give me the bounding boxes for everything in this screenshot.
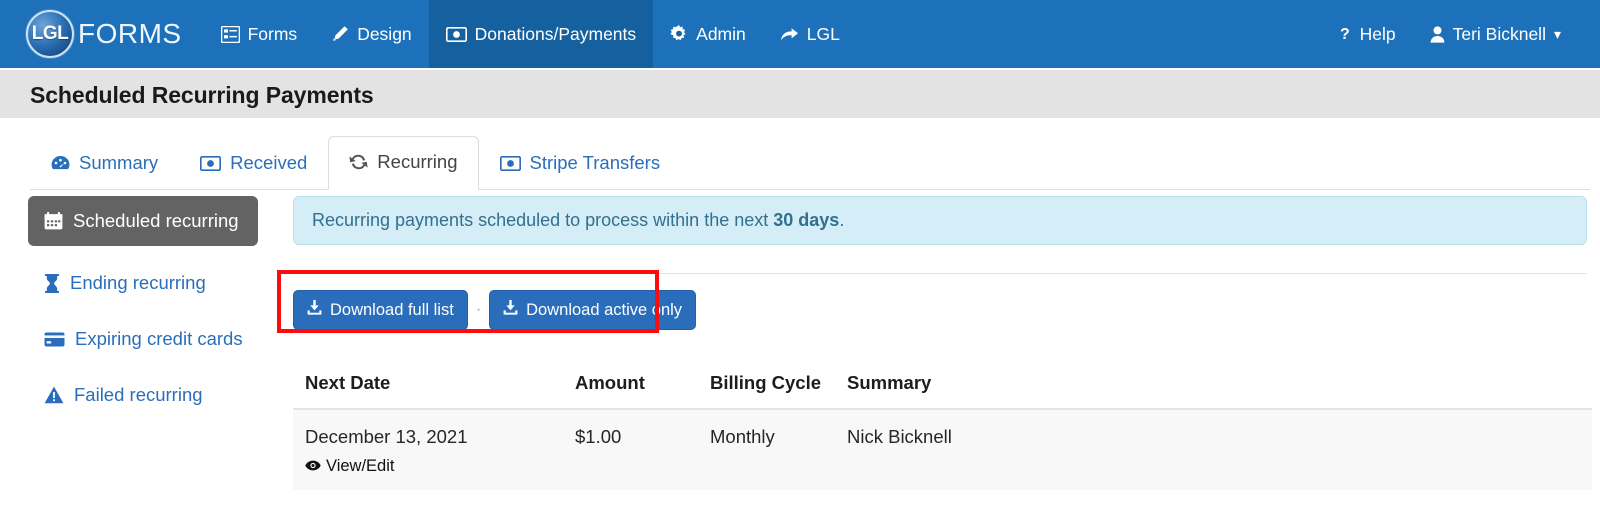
credit-card-icon (44, 332, 65, 347)
sidebar-item-label: Ending recurring (70, 272, 206, 293)
column-header-summary: Summary (835, 362, 1592, 410)
cell-amount: $1.00 (563, 408, 698, 490)
cell-next-date: December 13, 2021 View/Edit (293, 408, 563, 490)
page-title: Scheduled Recurring Payments (30, 82, 374, 108)
nav-item-label: Forms (247, 23, 298, 44)
gear-icon (670, 25, 688, 43)
nav-item-lgl[interactable]: LGL (763, 0, 857, 68)
download-full-list-label: Download full list (330, 300, 454, 319)
dashboard-icon (51, 155, 70, 171)
tab-received[interactable]: Received (179, 139, 328, 190)
refresh-cycle-icon (349, 153, 368, 171)
money-bill-icon (499, 155, 521, 171)
download-full-list-button[interactable]: Download full list (293, 290, 468, 330)
download-icon (503, 300, 518, 320)
nav-item-admin[interactable]: Admin (653, 0, 763, 68)
secondary-nav-items: ? Help Teri Bicknell ▾ (1323, 0, 1600, 68)
sidebar: Scheduled recurring Ending recurring Exp… (0, 196, 278, 428)
tab-strip: Summary Received Recurring Stripe Transf… (0, 118, 1600, 190)
tab-label: Recurring (377, 151, 458, 172)
nav-item-design[interactable]: Design (314, 0, 428, 68)
logo-badge-text: LGL (31, 23, 69, 44)
brand-logo[interactable]: LGL FORMS (0, 0, 182, 68)
button-separator: · (475, 301, 482, 318)
share-arrow-icon (780, 27, 799, 42)
money-bill-icon (445, 26, 467, 42)
lgl-forms-logo-icon: LGL (26, 10, 74, 58)
tab-stripe-transfers[interactable]: Stripe Transfers (479, 139, 682, 190)
money-bill-icon (200, 155, 222, 171)
download-active-only-label: Download active only (526, 300, 683, 319)
tab-label: Summary (79, 152, 159, 173)
nav-item-label: LGL (806, 23, 840, 44)
tab-label: Received (230, 152, 308, 173)
list-alt-icon (220, 25, 240, 43)
column-header-amount: Amount (563, 362, 698, 410)
nav-item-help[interactable]: ? Help (1323, 0, 1413, 68)
question-mark-icon: ? (1340, 25, 1352, 43)
view-edit-link[interactable]: View/Edit (305, 457, 394, 476)
recurring-payments-table: Next Date Amount Billing Cycle Summary D… (293, 362, 1592, 490)
logo-wordmark: FORMS (78, 18, 182, 49)
table-header-row: Next Date Amount Billing Cycle Summary (293, 362, 1592, 410)
info-banner-text: Recurring payments scheduled to process … (312, 210, 774, 230)
chevron-down-icon: ▾ (1553, 25, 1561, 42)
cell-summary: Nick Bicknell (835, 408, 1592, 490)
sidebar-item-label: Failed recurring (74, 384, 203, 405)
pencil-icon (331, 25, 349, 43)
table-row: December 13, 2021 View/Edit $1.00 Monthl… (293, 408, 1592, 490)
info-banner: Recurring payments scheduled to process … (293, 196, 1587, 245)
nav-item-label: Design (357, 23, 412, 44)
column-header-billing-cycle: Billing Cycle (698, 362, 835, 410)
page-title-bar: Scheduled Recurring Payments (0, 70, 1600, 118)
sidebar-item-label: Expiring credit cards (75, 328, 243, 349)
nav-item-forms[interactable]: Forms (204, 0, 315, 68)
nav-item-donations-payments[interactable]: Donations/Payments (428, 0, 654, 68)
info-banner-text-tail: . (839, 210, 845, 230)
nav-item-label: Help (1359, 23, 1396, 44)
sidebar-item-expiring-credit-cards[interactable]: Expiring credit cards (28, 316, 258, 362)
info-banner-strong: 30 days (773, 210, 840, 230)
eye-icon (305, 457, 321, 476)
primary-nav-items: Forms Design Donations/Payments Admin LG (204, 0, 857, 68)
top-navigation-bar: LGL FORMS Forms Design Donations/Payment… (0, 0, 1600, 68)
download-icon (307, 300, 322, 320)
sidebar-item-label: Scheduled recurring (73, 210, 239, 231)
nav-item-label: Teri Bicknell (1452, 23, 1546, 44)
view-edit-label: View/Edit (326, 457, 395, 475)
next-date-value: December 13, 2021 (305, 426, 468, 447)
sidebar-item-scheduled-recurring[interactable]: Scheduled recurring (28, 196, 258, 246)
nav-item-label: Admin (696, 23, 746, 44)
download-button-group: Download full list · Download active onl… (277, 270, 1592, 346)
hourglass-icon (44, 273, 60, 293)
warning-triangle-icon (44, 386, 64, 404)
cell-billing-cycle: Monthly (698, 408, 835, 490)
svg-text:?: ? (1340, 26, 1350, 43)
sidebar-item-ending-recurring[interactable]: Ending recurring (28, 260, 258, 306)
download-active-only-button[interactable]: Download active only (489, 290, 697, 330)
tab-label: Stripe Transfers (529, 152, 661, 173)
sidebar-item-failed-recurring[interactable]: Failed recurring (28, 372, 258, 418)
calendar-icon (44, 212, 63, 230)
tab-summary[interactable]: Summary (30, 139, 179, 190)
nav-item-user-menu[interactable]: Teri Bicknell ▾ (1413, 0, 1578, 68)
tab-recurring[interactable]: Recurring (328, 136, 479, 190)
column-header-next-date: Next Date (293, 362, 563, 410)
main-content: Recurring payments scheduled to process … (277, 196, 1592, 490)
user-icon (1430, 25, 1445, 43)
nav-item-label: Donations/Payments (474, 23, 637, 44)
